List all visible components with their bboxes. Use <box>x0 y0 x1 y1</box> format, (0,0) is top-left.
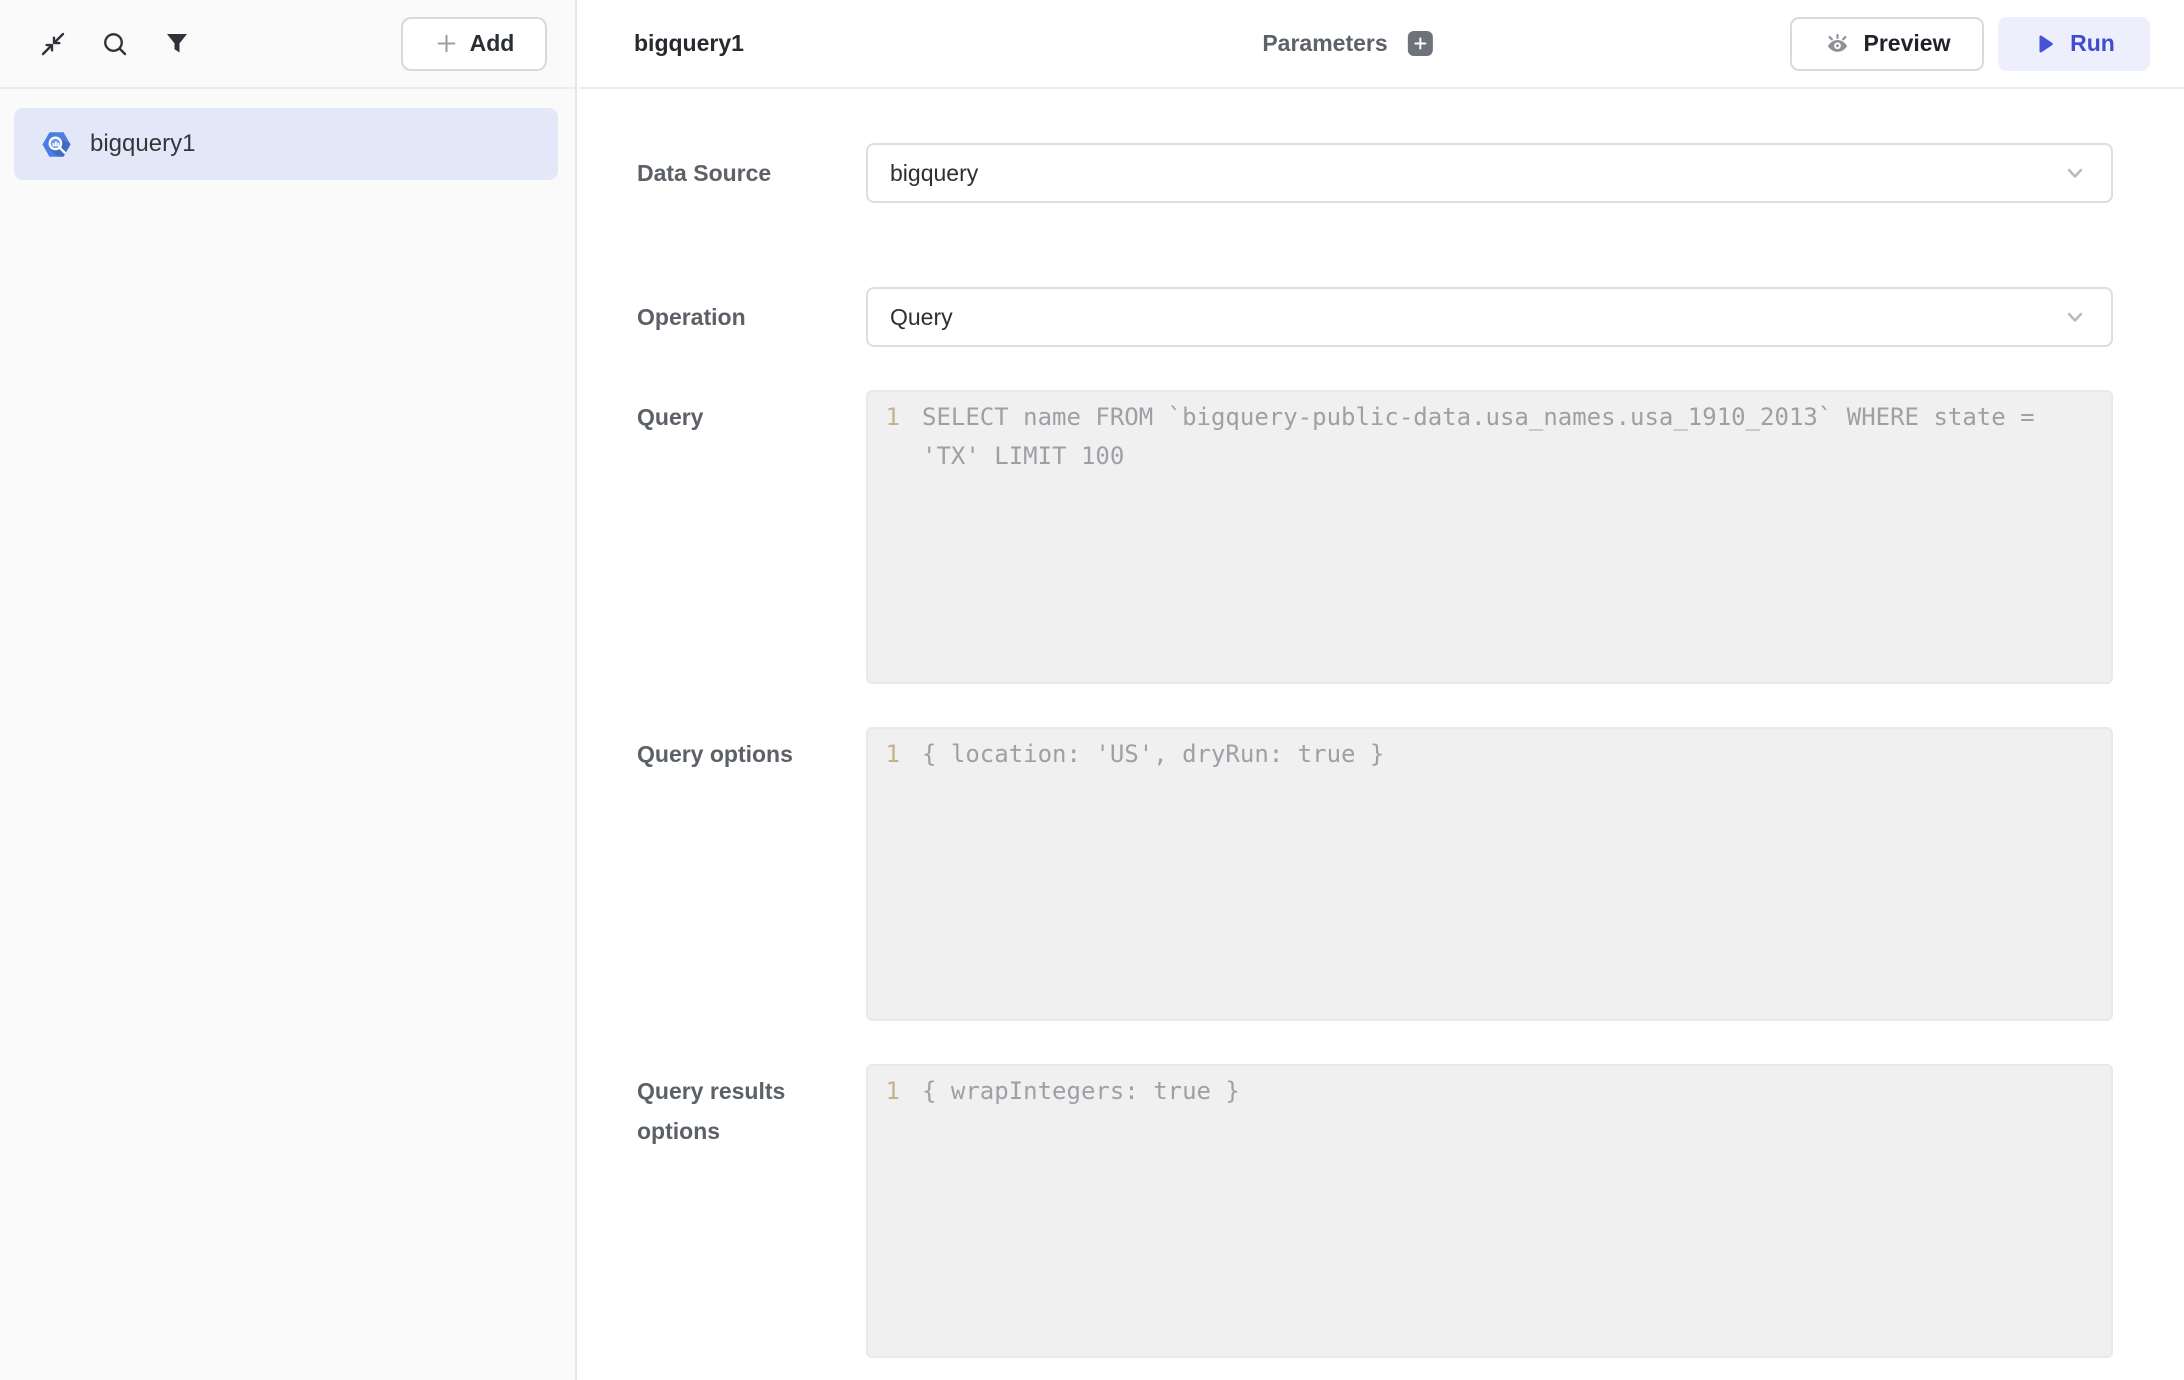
header-actions: Preview Run <box>1790 17 2150 71</box>
preview-button-label: Preview <box>1864 30 1951 57</box>
add-button-label: Add <box>470 30 515 57</box>
bigquery-icon <box>40 128 73 161</box>
play-icon <box>2033 32 2057 56</box>
parameters-label: Parameters <box>1262 30 1387 57</box>
collapse-panel-icon[interactable] <box>38 29 68 59</box>
add-query-button[interactable]: Add <box>401 17 547 71</box>
parameters-group: Parameters <box>1262 30 1432 57</box>
chevron-down-icon <box>2063 161 2087 185</box>
add-parameter-button[interactable] <box>1408 31 1433 56</box>
query-code-editor[interactable]: 1 SELECT name FROM `bigquery-public-data… <box>866 390 2113 684</box>
operation-select[interactable]: Query <box>866 287 2113 347</box>
query-form: Data Source bigquery Operation Query <box>579 89 2184 1358</box>
run-button[interactable]: Run <box>1998 17 2150 71</box>
operation-value: Query <box>890 304 953 331</box>
query-options-row: Query options 1 { location: 'US', dryRun… <box>637 727 2113 1021</box>
sidebar-item-bigquery1[interactable]: bigquery1 <box>14 108 558 180</box>
line-number: 1 <box>868 1072 900 1356</box>
query-row: Query 1 SELECT name FROM `bigquery-publi… <box>637 390 2113 684</box>
eye-icon <box>1824 30 1851 57</box>
query-results-options-label: Query results options <box>637 1064 866 1358</box>
operation-row: Operation Query <box>637 287 2113 347</box>
page-title: bigquery1 <box>634 30 744 57</box>
data-source-row: Data Source bigquery <box>637 143 2113 203</box>
line-number: 1 <box>868 735 900 1019</box>
data-source-value: bigquery <box>890 160 978 187</box>
query-code-placeholder: SELECT name FROM `bigquery-public-data.u… <box>922 398 2062 682</box>
query-options-placeholder: { location: 'US', dryRun: true } <box>922 735 1384 1019</box>
sidebar-toolbar: Add <box>0 0 575 89</box>
editor-header: bigquery1 Parameters Preview <box>579 0 2184 89</box>
plus-icon <box>1413 36 1428 51</box>
query-label: Query <box>637 390 866 684</box>
search-icon[interactable] <box>100 29 130 59</box>
query-results-options-row: Query results options 1 { wrapIntegers: … <box>637 1064 2113 1358</box>
query-editor-panel: bigquery1 Parameters Preview <box>579 0 2184 1380</box>
run-button-label: Run <box>2070 30 2115 57</box>
data-source-label: Data Source <box>637 143 866 203</box>
query-options-label: Query options <box>637 727 866 1021</box>
query-results-options-placeholder: { wrapIntegers: true } <box>922 1072 1240 1356</box>
plus-icon <box>434 31 459 56</box>
filter-icon[interactable] <box>162 29 192 59</box>
query-list-sidebar: Add bigquery1 <box>0 0 577 1380</box>
chevron-down-icon <box>2063 305 2087 329</box>
preview-button[interactable]: Preview <box>1790 17 1984 71</box>
data-source-select[interactable]: bigquery <box>866 143 2113 203</box>
query-options-editor[interactable]: 1 { location: 'US', dryRun: true } <box>866 727 2113 1021</box>
operation-label: Operation <box>637 287 866 347</box>
sidebar-item-label: bigquery1 <box>90 130 195 158</box>
query-list: bigquery1 <box>0 89 575 180</box>
query-results-options-editor[interactable]: 1 { wrapIntegers: true } <box>866 1064 2113 1358</box>
line-number: 1 <box>868 398 900 682</box>
